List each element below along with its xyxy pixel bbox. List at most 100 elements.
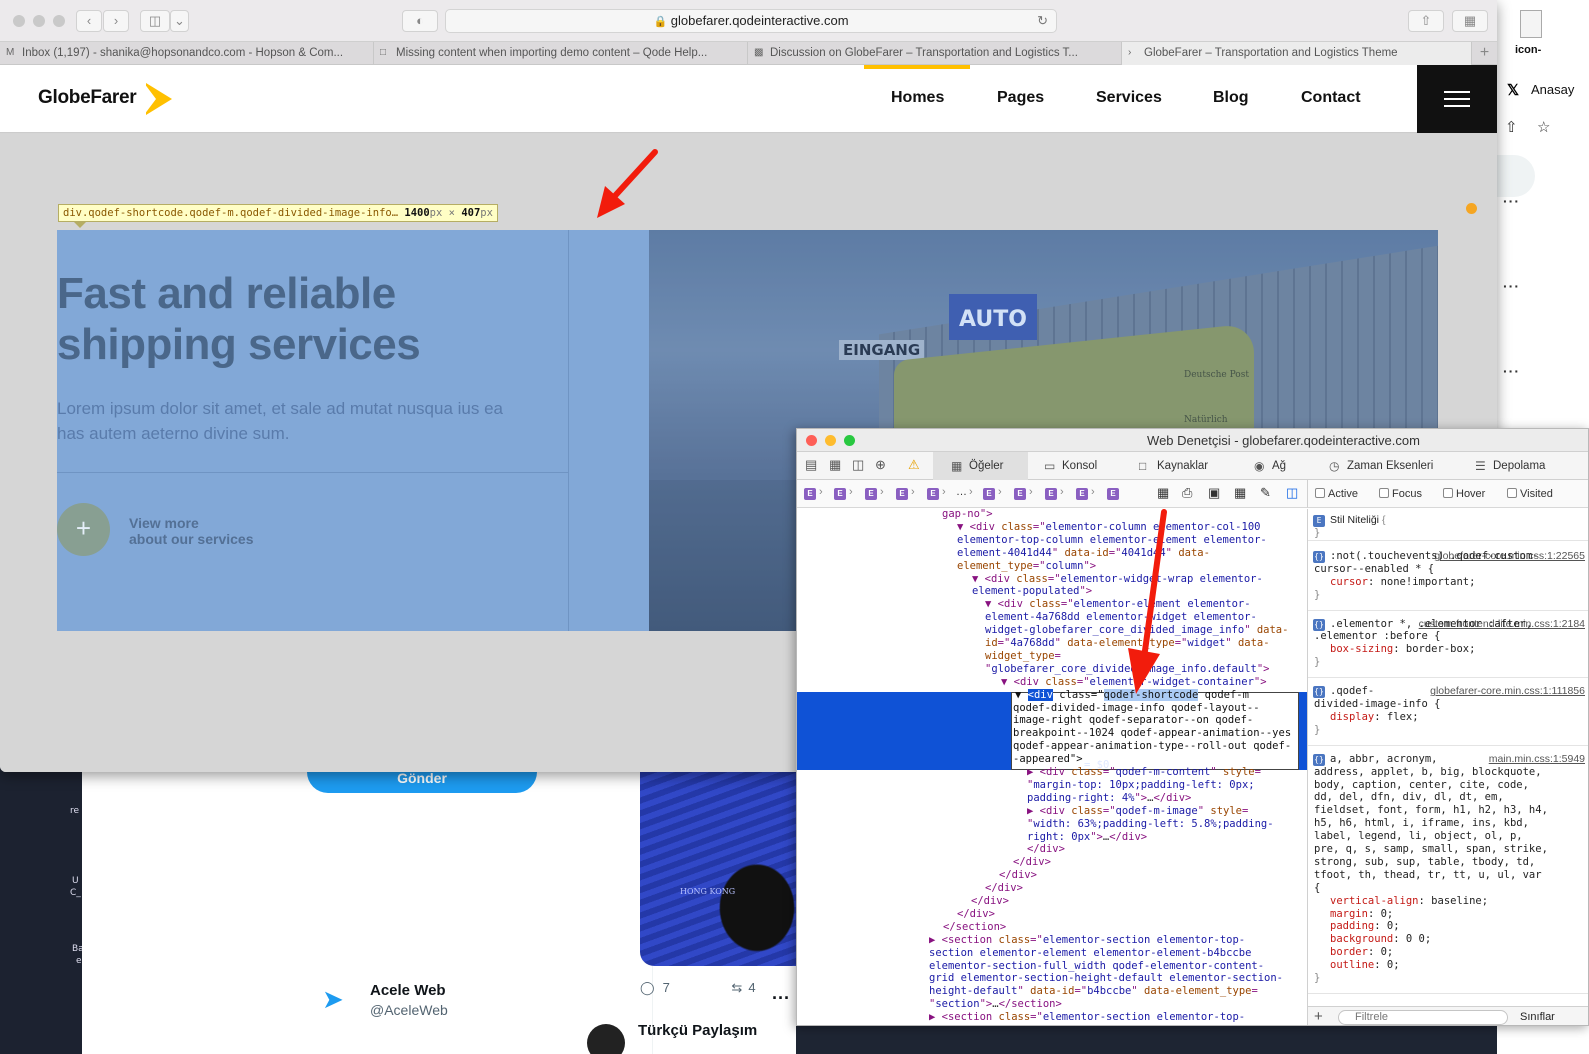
avatar[interactable]: [587, 1024, 625, 1054]
dom-node-line[interactable]: qodef-divided-image-info qodef-layout--: [1013, 702, 1260, 715]
tab-network[interactable]: ◉ Ağ: [1252, 452, 1312, 480]
star-icon[interactable]: ☆: [1537, 118, 1550, 136]
share-button[interactable]: ⇧: [1408, 10, 1444, 32]
breadcrumb-element-badge[interactable]: E: [1014, 488, 1026, 500]
dom-node-line[interactable]: breakpoint--1024 qodef-appear-animation-…: [1013, 727, 1291, 740]
inspector-zoom-button[interactable]: [844, 435, 855, 446]
dom-node-line[interactable]: image-right qodef-separator--on qodef-: [1013, 714, 1253, 727]
breadcrumb-element-badge[interactable]: E: [1045, 488, 1057, 500]
add-rule-button[interactable]: +: [1314, 1008, 1323, 1025]
breadcrumb-element-badge[interactable]: E: [896, 488, 908, 500]
tweet-image[interactable]: HONG KONG: [640, 772, 796, 966]
css-property[interactable]: cursor: none!important;: [1330, 576, 1475, 589]
search-pill[interactable]: [1497, 155, 1535, 197]
close-window-button[interactable]: [13, 15, 25, 27]
dom-node-line[interactable]: ▶ <div class="qodef-m-image" style=: [1027, 805, 1248, 818]
retweet-icon[interactable]: ⇆: [731, 980, 742, 995]
dom-node-line[interactable]: elementor-top-column elementor-element e…: [957, 534, 1267, 547]
file-icon[interactable]: [1520, 10, 1542, 38]
dom-node-line[interactable]: qodef-appear-animation-type--roll-out qo…: [1013, 740, 1291, 753]
dock-bottom-icon[interactable]: ▤: [805, 457, 817, 473]
tweet-submit-button[interactable]: Gönder: [307, 771, 537, 793]
breadcrumb-ellipsis[interactable]: …: [956, 486, 967, 498]
grid-overlay-icon[interactable]: ▦: [1234, 485, 1246, 501]
dom-node-line[interactable]: widget_type=: [985, 650, 1061, 663]
tab-storage[interactable]: ☰ Depolama: [1473, 452, 1573, 480]
dock-right-icon[interactable]: ◫: [852, 457, 864, 473]
style-attribute-rule[interactable]: E Stil Niteliği { }: [1308, 509, 1588, 541]
css-property[interactable]: vertical-align: baseline;: [1330, 895, 1488, 908]
breadcrumb-element-badge[interactable]: E: [1076, 488, 1088, 500]
dom-node-line[interactable]: ▼ <div class="elementor-element elemento…: [985, 598, 1251, 611]
reply-icon[interactable]: ◯: [640, 980, 655, 995]
view-more-plus-button[interactable]: +: [57, 503, 110, 556]
nav-blog[interactable]: Blog: [1213, 89, 1249, 107]
dom-node-line[interactable]: padding-right: 4%">…</div>: [1027, 792, 1191, 805]
more-icon[interactable]: ···: [1503, 193, 1520, 209]
inspector-close-button[interactable]: [806, 435, 817, 446]
dock-side-icon[interactable]: ▦: [829, 457, 841, 473]
tab-gmail[interactable]: M Inbox (1,197) - shanika@hopsonandco.com…: [0, 42, 374, 65]
css-property[interactable]: padding: 0;: [1330, 920, 1400, 933]
nav-contact[interactable]: Contact: [1301, 89, 1361, 107]
classes-toggle[interactable]: Sınıflar: [1520, 1011, 1555, 1023]
css-rule[interactable]: {} globefarer-core.min.css:1:111856 .qodef…: [1308, 682, 1588, 746]
breadcrumb-element-badge[interactable]: E: [865, 488, 877, 500]
more-icon[interactable]: ···: [1503, 278, 1520, 294]
details-sidebar-icon[interactable]: ◫: [1286, 485, 1298, 501]
dom-node-line[interactable]: </div>: [985, 882, 1023, 895]
state-hover-checkbox[interactable]: Hover: [1443, 488, 1485, 500]
state-active-checkbox[interactable]: Active: [1315, 488, 1358, 500]
tab-globefarer[interactable]: › GlobeFarer – Transportation and Logisti…: [1122, 42, 1472, 65]
css-rule[interactable]: {} custom-frontend-lite.min.css:1:2184 .el…: [1308, 615, 1588, 679]
css-source-link[interactable]: main.min.css:1:5949: [1489, 753, 1585, 766]
nav-pages[interactable]: Pages: [997, 89, 1044, 107]
view-more-link[interactable]: View more about our services: [129, 515, 254, 547]
dom-node-line[interactable]: element_type="column">: [957, 560, 1096, 573]
more-icon[interactable]: ···: [1503, 363, 1520, 379]
breadcrumb-element-badge[interactable]: E: [1107, 488, 1119, 500]
pen-icon[interactable]: ✎: [1260, 485, 1271, 501]
nav-homes[interactable]: Homes: [891, 89, 944, 107]
tab-qode-help[interactable]: □ Missing content when importing demo con…: [374, 42, 748, 65]
hamburger-menu-button[interactable]: [1417, 65, 1497, 133]
state-focus-checkbox[interactable]: Focus: [1379, 488, 1422, 500]
dom-node-line[interactable]: </div>: [999, 869, 1037, 882]
breadcrumb-element-badge[interactable]: E: [804, 488, 816, 500]
tab-discussion[interactable]: ▩ Discussion on GlobeFarer – Transportati…: [748, 42, 1122, 65]
styles-panel[interactable]: E Stil Niteliği { } {} globefarer-core.mi…: [1307, 509, 1588, 1007]
back-button[interactable]: ‹: [76, 10, 102, 32]
layout-icon[interactable]: ▦: [1157, 485, 1169, 501]
tab-console[interactable]: ▭ Konsol: [1042, 452, 1128, 480]
state-visited-checkbox[interactable]: Visited: [1507, 488, 1553, 500]
css-rule[interactable]: {} main.min.css:1:5949 a, abbr, acronym, ad…: [1308, 750, 1588, 994]
next-tweet-author[interactable]: Türkçü Paylaşım: [638, 1022, 757, 1039]
css-source-link[interactable]: globefarer-core.min.css:1:111856: [1430, 685, 1585, 698]
dom-tree[interactable]: = $0 gap-no"> ▼ <div class="elementor-col…: [797, 509, 1307, 1025]
breadcrumb-element-badge[interactable]: E: [983, 488, 995, 500]
share-icon[interactable]: ⇧: [1505, 118, 1518, 136]
dom-node-line[interactable]: height-default" data-id="b4bccbe" data-e…: [929, 985, 1258, 998]
dom-node-line[interactable]: </div>: [971, 895, 1009, 908]
dom-node-line[interactable]: elementor-section-full_width qodef-eleme…: [929, 960, 1264, 973]
dom-node-line[interactable]: right: 0px">…</div>: [1027, 831, 1147, 844]
sidebar-button[interactable]: ◫: [140, 10, 170, 32]
dom-node-line[interactable]: </div>: [957, 908, 995, 921]
dom-node-line[interactable]: ▶ <section class="elementor-section elem…: [929, 934, 1245, 947]
dom-node-line[interactable]: grid elementor-section-height-default el…: [929, 972, 1283, 985]
dom-node-line[interactable]: </div>: [1027, 843, 1065, 856]
sidebar-menu-button[interactable]: ⌄: [170, 10, 189, 32]
css-rule[interactable]: {} globefarer-core.min.css:1:22565:not(.t…: [1308, 547, 1588, 611]
privacy-report-button[interactable]: ◐: [402, 10, 438, 32]
zoom-window-button[interactable]: [53, 15, 65, 27]
dom-node-line[interactable]: gap-no">: [942, 509, 993, 521]
dom-node-line[interactable]: -appeared">: [1013, 753, 1083, 766]
breadcrumb-element-badge[interactable]: E: [927, 488, 939, 500]
print-icon[interactable]: ⎙: [1182, 485, 1192, 501]
dom-node-line[interactable]: </div>: [1013, 856, 1051, 869]
css-property[interactable]: margin: 0;: [1330, 908, 1393, 921]
new-tab-button[interactable]: +: [1472, 42, 1497, 65]
css-property[interactable]: box-sizing: border-box;: [1330, 643, 1475, 656]
css-property[interactable]: outline: 0;: [1330, 959, 1400, 972]
crosshair-icon[interactable]: ⊕: [875, 457, 886, 473]
